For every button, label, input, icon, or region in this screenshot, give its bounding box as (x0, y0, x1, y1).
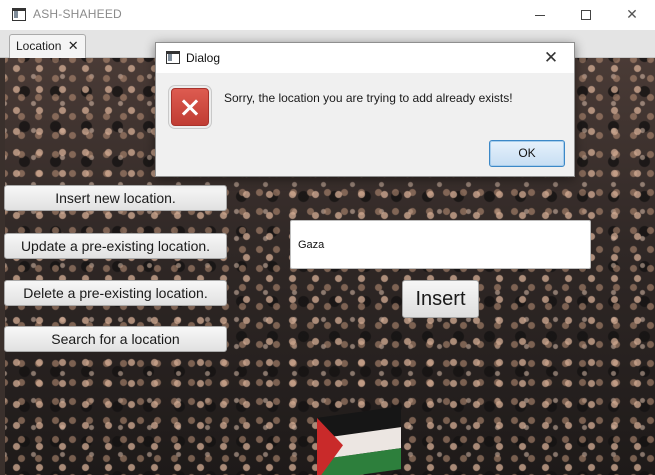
dialog-close-button[interactable]: ✕ (539, 46, 563, 70)
tab-location[interactable]: Location ✕ (9, 34, 86, 58)
dialog-message: Sorry, the location you are trying to ad… (224, 91, 513, 105)
tab-close-icon[interactable]: ✕ (68, 38, 79, 53)
dialog-title: Dialog (186, 51, 221, 65)
maximize-button[interactable] (563, 0, 609, 30)
minimize-button[interactable] (517, 0, 563, 30)
ok-button[interactable]: OK (489, 140, 565, 167)
window-title: ASH-SHAHEED (33, 7, 122, 21)
delete-location-button[interactable]: Delete a pre-existing location. (4, 280, 227, 306)
close-icon: ✕ (626, 6, 638, 22)
insert-button[interactable]: Insert (402, 280, 479, 318)
error-dialog: Dialog ✕ Sorry, the location you are try… (155, 42, 575, 177)
maximize-icon (581, 10, 591, 21)
dialog-titlebar: Dialog ✕ (156, 43, 574, 73)
window-close-button[interactable]: ✕ (609, 0, 655, 30)
close-icon: ✕ (543, 48, 559, 67)
dialog-window-icon (166, 51, 180, 64)
location-input[interactable] (290, 220, 591, 269)
window-titlebar: ASH-SHAHEED ✕ (0, 0, 655, 30)
app-window-icon (12, 8, 26, 21)
insert-new-location-button[interactable]: Insert new location. (4, 185, 227, 211)
search-location-button[interactable]: Search for a location (4, 326, 227, 352)
palestinian-flag-image (317, 406, 401, 475)
error-icon (171, 88, 209, 126)
update-location-button[interactable]: Update a pre-existing location. (4, 233, 227, 259)
tab-label: Location (16, 39, 62, 53)
minimize-icon (535, 14, 545, 16)
